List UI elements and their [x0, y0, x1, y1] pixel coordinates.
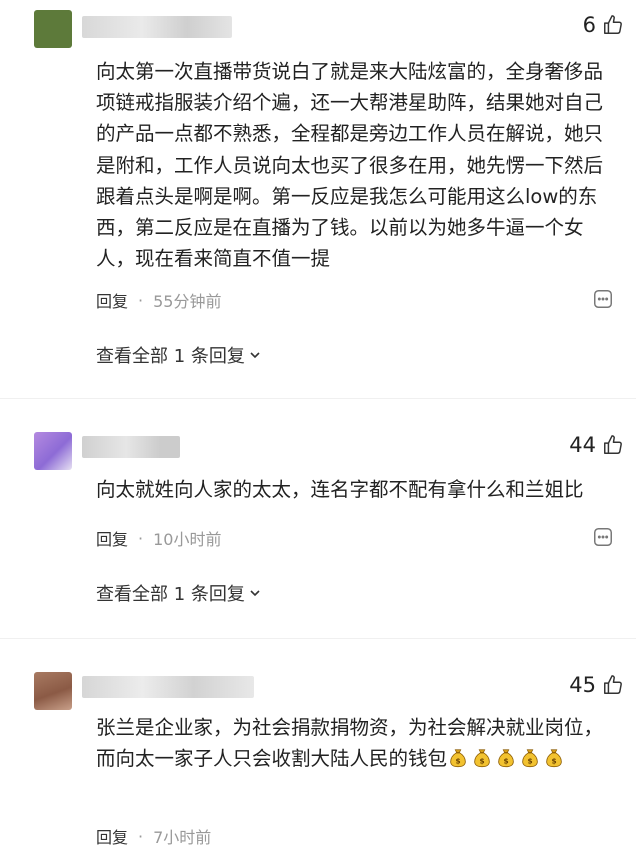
like-count: 44 [569, 433, 596, 457]
chevron-down-icon [250, 590, 260, 597]
avatar[interactable] [34, 672, 72, 710]
comment-text: 张兰是企业家，为社会捐款捐物资，为社会解决就业岗位，而向太一家子人只会收割大陆人… [96, 712, 616, 774]
avatar[interactable] [34, 10, 72, 48]
more-options-icon[interactable] [592, 288, 614, 310]
view-replies-label: 查看全部 1 条回复 [96, 584, 245, 605]
more-options-icon[interactable] [592, 526, 614, 548]
username-blurred[interactable] [82, 436, 180, 458]
comment-meta: 回复 · 55分钟前 [96, 288, 221, 312]
svg-text:$: $ [551, 757, 556, 766]
like-button[interactable]: 6 [583, 13, 624, 37]
comment-text: 向太就姓向人家的太太，连名字都不配有拿什么和兰姐比 [96, 478, 584, 501]
timestamp: 7小时前 [153, 828, 212, 847]
meta-separator: · [138, 290, 144, 310]
view-replies-label: 查看全部 1 条回复 [96, 346, 245, 367]
view-all-replies-link[interactable]: 查看全部 1 条回复 [96, 580, 262, 606]
comment-meta: 回复 · 10小时前 [96, 526, 221, 550]
divider [0, 638, 636, 639]
money-bag-icon: $ [495, 747, 519, 770]
emoji-row: $ $ $ $ $ [447, 747, 567, 770]
svg-text:$: $ [527, 757, 532, 766]
like-button[interactable]: 44 [569, 433, 624, 457]
timestamp: 10小时前 [153, 530, 222, 549]
username-blurred[interactable] [82, 16, 232, 38]
view-all-replies-link[interactable]: 查看全部 1 条回复 [96, 342, 262, 368]
svg-text:$: $ [455, 757, 460, 766]
money-bag-icon: $ [447, 747, 471, 770]
reply-button[interactable]: 回复 [96, 824, 128, 848]
avatar[interactable] [34, 432, 72, 470]
username-blurred[interactable] [82, 676, 254, 698]
thumbs-up-icon [604, 15, 622, 34]
thumbs-up-icon [604, 435, 622, 454]
thumbs-up-icon [604, 675, 622, 694]
like-count: 6 [582, 13, 596, 37]
reply-button[interactable]: 回复 [96, 526, 128, 550]
chevron-down-icon [250, 352, 260, 359]
timestamp: 55分钟前 [153, 292, 222, 311]
svg-text:$: $ [479, 757, 484, 766]
money-bag-icon: $ [519, 747, 543, 770]
money-bag-icon: $ [471, 747, 495, 770]
comment-text: 向太第一次直播带货说白了就是来大陆炫富的，全身奢侈品项链戒指服装介绍个遍，还一大… [96, 60, 604, 271]
svg-text:$: $ [503, 757, 508, 766]
reply-button[interactable]: 回复 [96, 288, 128, 312]
comment-meta: 回复 · 7小时前 [96, 824, 211, 848]
like-count: 45 [569, 673, 596, 697]
meta-separator: · [138, 826, 144, 846]
like-button[interactable]: 45 [569, 673, 624, 697]
money-bag-icon: $ [543, 747, 567, 770]
meta-separator: · [138, 528, 144, 548]
divider [0, 398, 636, 399]
